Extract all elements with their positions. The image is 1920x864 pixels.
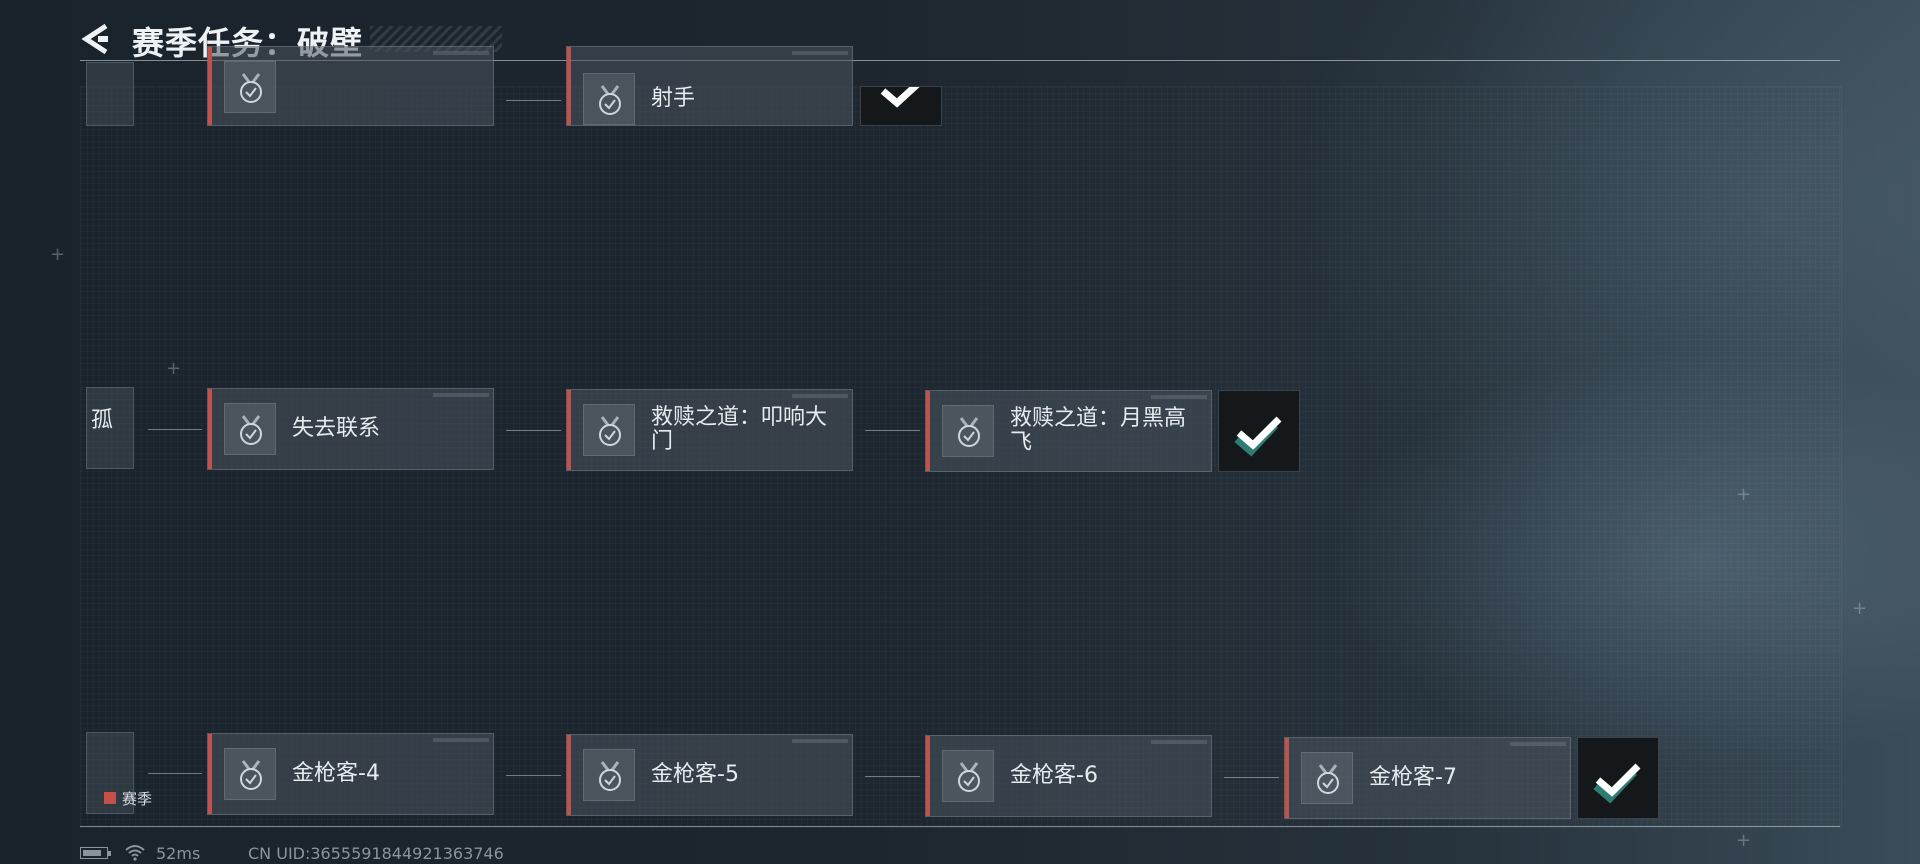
node-decoration	[1510, 742, 1566, 746]
checkmark-icon	[1234, 416, 1282, 457]
node-decoration	[792, 394, 848, 398]
medal-check-icon	[1317, 764, 1339, 794]
wifi-icon	[125, 845, 145, 861]
medal-check-icon	[958, 762, 980, 792]
task-icon-box	[583, 73, 635, 125]
task-node[interactable]: 失去联系	[207, 388, 494, 470]
task-connector	[506, 775, 561, 776]
task-icon-box	[224, 61, 276, 113]
task-icon-box	[942, 405, 994, 457]
task-node[interactable]: 金枪客-5	[566, 734, 853, 816]
medal-check-icon	[958, 417, 980, 447]
task-label: 金枪客-6	[1010, 763, 1098, 788]
task-label: 射手	[651, 86, 696, 111]
task-node[interactable]: 救赎之道：月黑高飞	[925, 390, 1212, 472]
crosshair-deco: +	[166, 358, 182, 379]
completed-check	[1577, 737, 1659, 819]
node-decoration	[792, 51, 848, 55]
task-connector	[506, 100, 561, 101]
medal-check-icon	[240, 760, 262, 790]
task-label: 金枪客-7	[1369, 765, 1457, 790]
task-connector	[1224, 777, 1279, 778]
bottom-divider	[80, 826, 1840, 827]
node-decoration	[433, 738, 489, 742]
task-icon-box	[942, 750, 994, 802]
uid-text: CN UID:3655591844921363746	[248, 844, 504, 863]
task-label: 金枪客-5	[651, 762, 739, 787]
crosshair-deco: +	[1736, 830, 1752, 851]
back-button[interactable]	[80, 22, 114, 56]
task-icon-box	[583, 749, 635, 801]
medal-check-icon	[599, 761, 621, 791]
completed-check	[860, 78, 942, 126]
task-connector	[148, 773, 202, 774]
battery-icon	[80, 847, 111, 859]
checkmark-icon	[880, 78, 924, 108]
task-label: 失去联系	[292, 416, 381, 441]
completed-check	[1218, 390, 1300, 472]
medal-check-icon	[240, 415, 262, 445]
task-node[interactable]	[207, 46, 494, 126]
season-legend-label: 赛季	[122, 790, 153, 808]
season-legend-swatch	[104, 792, 116, 804]
task-icon-box	[1301, 752, 1353, 804]
row1-partial-node[interactable]	[86, 62, 134, 126]
task-icon-box	[224, 403, 276, 455]
crosshair-deco: +	[1736, 484, 1752, 505]
task-connector	[148, 429, 202, 430]
task-node[interactable]: 救赎之道：叩响大门	[566, 389, 853, 471]
task-connector	[865, 776, 920, 777]
crosshair-deco: +	[50, 244, 66, 265]
row2-partial-node[interactable]: 孤	[86, 387, 134, 469]
node-decoration	[1151, 740, 1207, 744]
back-arrow-icon	[81, 23, 108, 55]
task-label: 金枪客-4	[292, 761, 380, 786]
task-label: 救赎之道：叩响大门	[651, 405, 828, 454]
medal-check-icon	[240, 73, 262, 103]
node-decoration	[433, 51, 489, 55]
medal-check-icon	[599, 85, 621, 115]
node-decoration	[433, 393, 489, 397]
crosshair-deco: +	[1852, 598, 1868, 619]
task-icon-box	[583, 404, 635, 456]
ping-text: 52ms	[156, 844, 201, 863]
task-node[interactable]: 金枪客-4	[207, 733, 494, 815]
task-label: 孤	[91, 408, 114, 433]
task-connector	[506, 430, 561, 431]
task-connector	[865, 430, 920, 431]
node-decoration	[792, 739, 848, 743]
checkmark-icon	[1593, 763, 1641, 804]
task-node[interactable]: 金枪客-6	[925, 735, 1212, 817]
task-label: 救赎之道：月黑高飞	[1010, 406, 1187, 455]
node-decoration	[1151, 395, 1207, 399]
medal-check-icon	[599, 416, 621, 446]
task-node[interactable]: 射手	[566, 46, 853, 126]
task-node[interactable]: 金枪客-7	[1284, 737, 1571, 819]
task-icon-box	[224, 748, 276, 800]
